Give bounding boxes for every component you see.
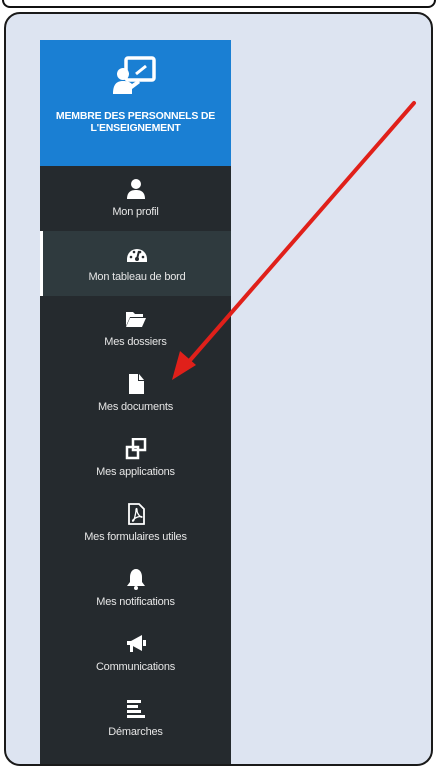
sidebar-item-label: Mon profil xyxy=(112,206,159,218)
sidebar-item-mes-notifications[interactable]: Mes notifications xyxy=(40,556,231,621)
sidebar-item-label: Démarches xyxy=(108,726,163,738)
sidebar-item-label: Mes notifications xyxy=(96,596,175,608)
user-icon xyxy=(126,179,145,199)
sidebar-item-communications[interactable]: Communications xyxy=(40,621,231,686)
role-title: MEMBRE DES PERSONNELS DE L'ENSEIGNEMENT xyxy=(55,110,216,134)
sidebar-item-label: Mes formulaires utiles xyxy=(84,531,187,543)
sidebar-item-label: Mon tableau de bord xyxy=(88,271,186,283)
sidebar-item-demarches[interactable]: Démarches xyxy=(40,686,231,751)
sidebar-item-mes-documents[interactable]: Mes documents xyxy=(40,361,231,426)
applications-icon xyxy=(125,438,146,460)
panel-card: MEMBRE DES PERSONNELS DE L'ENSEIGNEMENT … xyxy=(4,12,433,766)
sidebar-item-mon-tableau-de-bord[interactable]: Mon tableau de bord xyxy=(40,231,231,296)
sidebar-item-mes-formulaires-utiles[interactable]: Mes formulaires utiles xyxy=(40,491,231,556)
dashboard-icon xyxy=(127,249,147,262)
sidebar-item-label: Mes applications xyxy=(96,466,175,478)
sidebar-item-mon-profil[interactable]: Mon profil xyxy=(40,166,231,231)
megaphone-icon xyxy=(126,635,146,652)
sidebar-item-label: Mes documents xyxy=(97,401,174,413)
sidebar-header[interactable]: MEMBRE DES PERSONNELS DE L'ENSEIGNEMENT xyxy=(40,40,231,166)
teacher-board-icon xyxy=(113,56,156,94)
folder-open-icon xyxy=(125,312,146,327)
screenshot-frame: MEMBRE DES PERSONNELS DE L'ENSEIGNEMENT … xyxy=(0,0,439,769)
sidebar-item-mes-dossiers[interactable]: Mes dossiers xyxy=(40,296,231,361)
sidebar-item-mes-applications[interactable]: Mes applications xyxy=(40,426,231,491)
sidebar: MEMBRE DES PERSONNELS DE L'ENSEIGNEMENT … xyxy=(40,40,231,764)
list-lines-icon xyxy=(126,700,145,718)
pdf-file-icon xyxy=(127,503,145,525)
document-icon xyxy=(128,374,144,394)
top-border xyxy=(2,0,436,8)
sidebar-item-label: Mes dossiers xyxy=(104,336,167,348)
bell-icon xyxy=(126,569,145,590)
sidebar-item-label: Communications xyxy=(95,661,176,673)
